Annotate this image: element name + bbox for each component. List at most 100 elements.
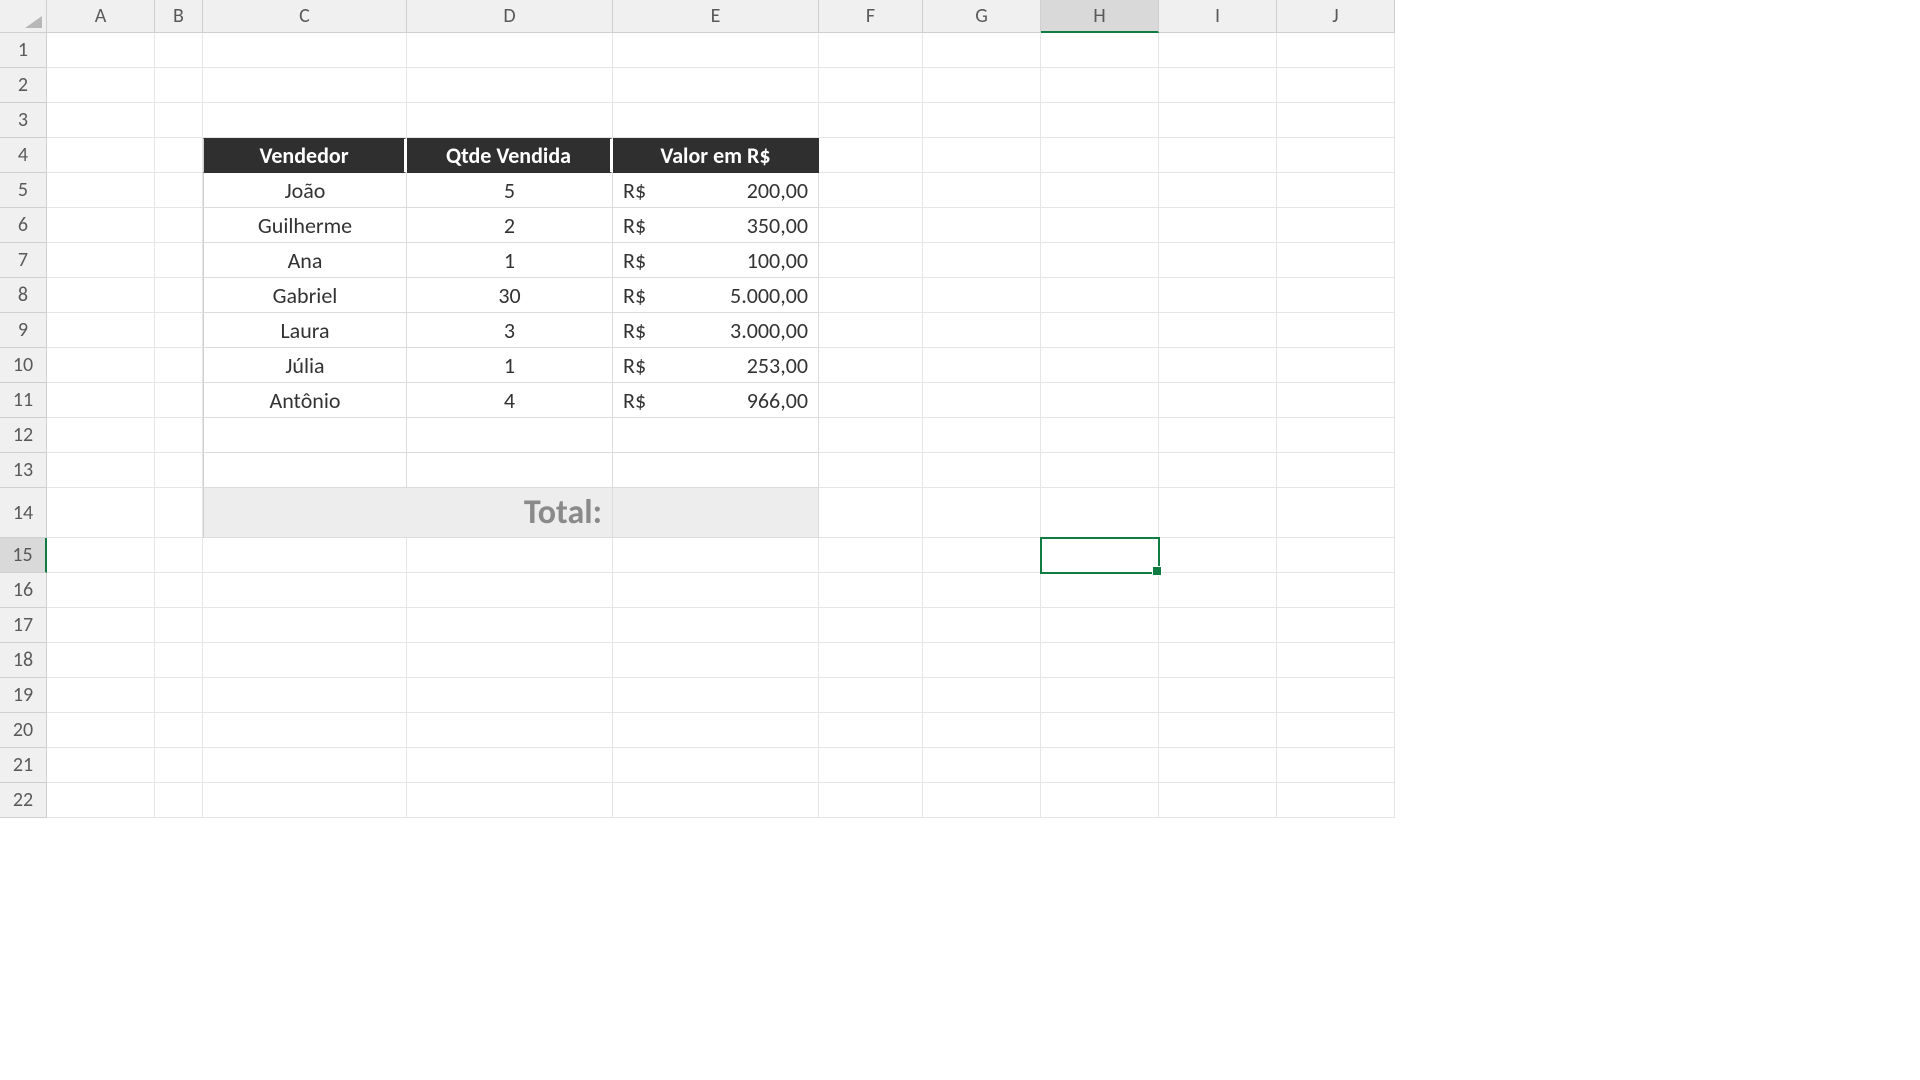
cell-D22[interactable] <box>407 783 613 818</box>
col-header-J[interactable]: J <box>1277 0 1395 33</box>
row-header-19[interactable]: 19 <box>0 678 47 713</box>
cell-E11[interactable]: R$966,00 <box>613 383 819 418</box>
cell-D9[interactable]: 3 <box>407 313 613 348</box>
cell-C10[interactable]: Júlia <box>203 348 407 383</box>
cell-D2[interactable] <box>407 68 613 103</box>
cell-H4[interactable] <box>1041 138 1159 173</box>
cell-J14[interactable] <box>1277 488 1395 538</box>
cell-B17[interactable] <box>155 608 203 643</box>
cell-I1[interactable] <box>1159 33 1277 68</box>
cell-J15[interactable] <box>1277 538 1395 573</box>
cell-B14[interactable] <box>155 488 203 538</box>
cell-H9[interactable] <box>1041 313 1159 348</box>
cell-I22[interactable] <box>1159 783 1277 818</box>
cell-A9[interactable] <box>47 313 155 348</box>
cell-J22[interactable] <box>1277 783 1395 818</box>
cell-B8[interactable] <box>155 278 203 313</box>
row-header-18[interactable]: 18 <box>0 643 47 678</box>
cell-D6[interactable]: 2 <box>407 208 613 243</box>
col-header-G[interactable]: G <box>923 0 1041 33</box>
cell-I15[interactable] <box>1159 538 1277 573</box>
col-header-E[interactable]: E <box>613 0 819 33</box>
cell-J5[interactable] <box>1277 173 1395 208</box>
cell-E14[interactable] <box>613 488 819 538</box>
cell-F10[interactable] <box>819 348 923 383</box>
cell-C22[interactable] <box>203 783 407 818</box>
cell-E17[interactable] <box>613 608 819 643</box>
cell-H5[interactable] <box>1041 173 1159 208</box>
cell-J20[interactable] <box>1277 713 1395 748</box>
cell-F12[interactable] <box>819 418 923 453</box>
cell-I10[interactable] <box>1159 348 1277 383</box>
cell-H22[interactable] <box>1041 783 1159 818</box>
cell-C18[interactable] <box>203 643 407 678</box>
row-header-7[interactable]: 7 <box>0 243 47 278</box>
cell-I13[interactable] <box>1159 453 1277 488</box>
cell-D13[interactable] <box>407 453 613 488</box>
cell-A8[interactable] <box>47 278 155 313</box>
cell-I5[interactable] <box>1159 173 1277 208</box>
cell-E21[interactable] <box>613 748 819 783</box>
cell-H3[interactable] <box>1041 103 1159 138</box>
row-header-1[interactable]: 1 <box>0 33 47 68</box>
cell-I7[interactable] <box>1159 243 1277 278</box>
cell-G6[interactable] <box>923 208 1041 243</box>
cell-G10[interactable] <box>923 348 1041 383</box>
cell-E22[interactable] <box>613 783 819 818</box>
cell-G22[interactable] <box>923 783 1041 818</box>
cell-J8[interactable] <box>1277 278 1395 313</box>
cell-J4[interactable] <box>1277 138 1395 173</box>
cell-G18[interactable] <box>923 643 1041 678</box>
cell-H15[interactable] <box>1041 538 1159 573</box>
cell-C8[interactable]: Gabriel <box>203 278 407 313</box>
cell-I20[interactable] <box>1159 713 1277 748</box>
cell-C3[interactable] <box>203 103 407 138</box>
cell-J12[interactable] <box>1277 418 1395 453</box>
row-header-13[interactable]: 13 <box>0 453 47 488</box>
cell-E3[interactable] <box>613 103 819 138</box>
row-header-21[interactable]: 21 <box>0 748 47 783</box>
cell-F17[interactable] <box>819 608 923 643</box>
cell-G8[interactable] <box>923 278 1041 313</box>
cell-C14[interactable] <box>203 488 407 538</box>
cell-C17[interactable] <box>203 608 407 643</box>
cell-G2[interactable] <box>923 68 1041 103</box>
cell-G7[interactable] <box>923 243 1041 278</box>
cell-J1[interactable] <box>1277 33 1395 68</box>
cell-G13[interactable] <box>923 453 1041 488</box>
col-header-I[interactable]: I <box>1159 0 1277 33</box>
cell-H7[interactable] <box>1041 243 1159 278</box>
cell-E20[interactable] <box>613 713 819 748</box>
cell-G12[interactable] <box>923 418 1041 453</box>
cell-J21[interactable] <box>1277 748 1395 783</box>
cell-B6[interactable] <box>155 208 203 243</box>
cell-H20[interactable] <box>1041 713 1159 748</box>
cell-E9[interactable]: R$3.000,00 <box>613 313 819 348</box>
cell-C13[interactable] <box>203 453 407 488</box>
cell-H6[interactable] <box>1041 208 1159 243</box>
cell-A19[interactable] <box>47 678 155 713</box>
cell-D16[interactable] <box>407 573 613 608</box>
cell-J17[interactable] <box>1277 608 1395 643</box>
cell-B10[interactable] <box>155 348 203 383</box>
cell-E2[interactable] <box>613 68 819 103</box>
row-header-15[interactable]: 15 <box>0 538 47 573</box>
cell-C6[interactable]: Guilherme <box>203 208 407 243</box>
cell-F9[interactable] <box>819 313 923 348</box>
cell-E8[interactable]: R$5.000,00 <box>613 278 819 313</box>
cell-C11[interactable]: Antônio <box>203 383 407 418</box>
cell-B20[interactable] <box>155 713 203 748</box>
cell-J10[interactable] <box>1277 348 1395 383</box>
cell-G19[interactable] <box>923 678 1041 713</box>
cell-F4[interactable] <box>819 138 923 173</box>
cell-H21[interactable] <box>1041 748 1159 783</box>
cell-D11[interactable]: 4 <box>407 383 613 418</box>
cell-A2[interactable] <box>47 68 155 103</box>
row-header-6[interactable]: 6 <box>0 208 47 243</box>
cell-C1[interactable] <box>203 33 407 68</box>
cell-G14[interactable] <box>923 488 1041 538</box>
cell-A5[interactable] <box>47 173 155 208</box>
cell-G4[interactable] <box>923 138 1041 173</box>
cell-J9[interactable] <box>1277 313 1395 348</box>
cell-H16[interactable] <box>1041 573 1159 608</box>
